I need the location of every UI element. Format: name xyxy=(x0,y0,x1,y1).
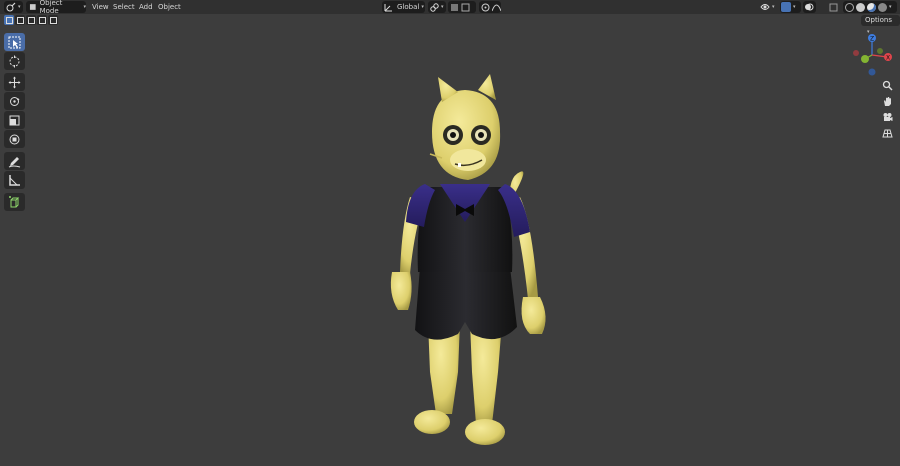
perspective-toggle-button[interactable] xyxy=(880,126,895,141)
select-new-icon xyxy=(6,17,13,24)
chevron-down-icon: ▾ xyxy=(83,4,86,10)
add-cube-tool[interactable] xyxy=(4,193,25,211)
chevron-down-icon: ▾ xyxy=(889,4,892,10)
options-dropdown[interactable]: Options ▾ xyxy=(861,15,900,35)
chevron-down-icon: ▾ xyxy=(421,4,424,10)
snap-target-icon xyxy=(461,3,470,11)
magnifier-icon xyxy=(882,80,893,91)
gizmo-icon xyxy=(781,2,791,12)
orientation-label: Global xyxy=(397,3,420,11)
proportional-editing-toggle[interactable] xyxy=(479,1,501,13)
select-subtract-icon xyxy=(28,17,35,24)
chevron-down-icon: ▾ xyxy=(441,4,444,10)
scale-icon xyxy=(9,115,20,125)
grid-perspective-icon xyxy=(882,129,893,138)
cursor-tool[interactable] xyxy=(4,52,25,70)
mode-dropdown[interactable]: Object Mode ▾ xyxy=(26,0,86,15)
scale-tool[interactable] xyxy=(4,111,25,129)
select-box-tool[interactable] xyxy=(4,33,25,51)
orientation-icon xyxy=(384,3,392,11)
gizmo-toggle[interactable]: ▾ xyxy=(780,1,801,13)
wireframe-shading-icon[interactable] xyxy=(845,2,854,12)
pivot-icon xyxy=(430,2,439,12)
editor-type-icon xyxy=(6,2,16,12)
gizmo-y-axis[interactable] xyxy=(861,55,869,63)
eye-icon xyxy=(760,4,770,10)
select-invert-button[interactable] xyxy=(37,15,47,25)
gizmo-z-label: Z xyxy=(870,35,874,42)
measure-tool[interactable] xyxy=(4,171,25,189)
annotate-pencil-icon xyxy=(8,156,21,167)
annotate-tool[interactable] xyxy=(4,152,25,170)
overlays-toggle[interactable] xyxy=(803,1,816,13)
camera-view-button[interactable] xyxy=(880,110,895,125)
visibility-dropdown[interactable]: ▾ xyxy=(760,1,778,13)
select-extend-button[interactable] xyxy=(15,15,25,25)
gizmo-neg-y-axis[interactable] xyxy=(877,48,883,54)
move-icon xyxy=(8,76,21,88)
chevron-down-icon: ▾ xyxy=(793,4,796,10)
gizmo-x-label: X xyxy=(886,54,890,61)
gizmo-neg-x-axis[interactable] xyxy=(853,50,859,56)
cursor-arrow-icon xyxy=(8,36,21,48)
mode-label: Object Mode xyxy=(39,0,63,15)
xray-toggle[interactable] xyxy=(829,1,841,13)
select-extend-icon xyxy=(17,17,24,24)
menu-object[interactable]: Object xyxy=(154,1,185,13)
proportional-icon xyxy=(481,3,490,11)
pan-button[interactable] xyxy=(880,94,895,109)
3d-cursor-icon xyxy=(9,55,20,67)
move-tool[interactable] xyxy=(4,73,25,91)
rendered-shading-icon[interactable] xyxy=(878,2,887,12)
shading-modes[interactable]: ▾ xyxy=(843,1,897,13)
overlay-icon xyxy=(805,3,814,11)
falloff-icon xyxy=(492,4,501,11)
select-new-button[interactable] xyxy=(4,15,14,25)
hand-icon xyxy=(884,97,891,106)
zoom-button[interactable] xyxy=(880,78,895,93)
snap-toggle[interactable] xyxy=(448,1,476,13)
chevron-down-icon: ▾ xyxy=(18,4,21,10)
chevron-down-icon: ▾ xyxy=(772,4,775,10)
select-intersect-icon xyxy=(50,17,57,24)
transform-orientation-dropdown[interactable]: Global ▾ xyxy=(382,1,425,13)
snap-icon xyxy=(451,3,458,11)
select-subtract-button[interactable] xyxy=(26,15,36,25)
transform-tool[interactable] xyxy=(4,130,25,148)
editor-type-button[interactable]: ▾ xyxy=(4,1,23,13)
pivot-point-dropdown[interactable]: ▾ xyxy=(428,1,446,13)
viewport-header: ▾ Object Mode ▾ View Select Add Object G… xyxy=(0,0,900,15)
select-intersect-button[interactable] xyxy=(48,15,58,25)
gizmo-neg-z-axis[interactable] xyxy=(868,68,876,76)
options-label: Options xyxy=(865,16,893,24)
rotate-icon xyxy=(10,96,20,106)
xray-icon xyxy=(829,3,838,11)
navigation-gizmo[interactable]: Z X xyxy=(850,30,894,80)
selection-mode-row xyxy=(4,15,59,27)
select-invert-icon xyxy=(39,17,46,24)
camera-icon xyxy=(883,113,893,121)
solid-shading-icon[interactable] xyxy=(856,2,865,12)
add-cube-icon xyxy=(9,195,20,207)
object-mode-icon xyxy=(29,4,36,10)
material-shading-icon[interactable] xyxy=(867,2,876,12)
character-model[interactable] xyxy=(380,72,550,452)
measure-ruler-icon xyxy=(9,174,20,186)
transform-icon xyxy=(9,134,20,144)
rotate-tool[interactable] xyxy=(4,92,25,110)
